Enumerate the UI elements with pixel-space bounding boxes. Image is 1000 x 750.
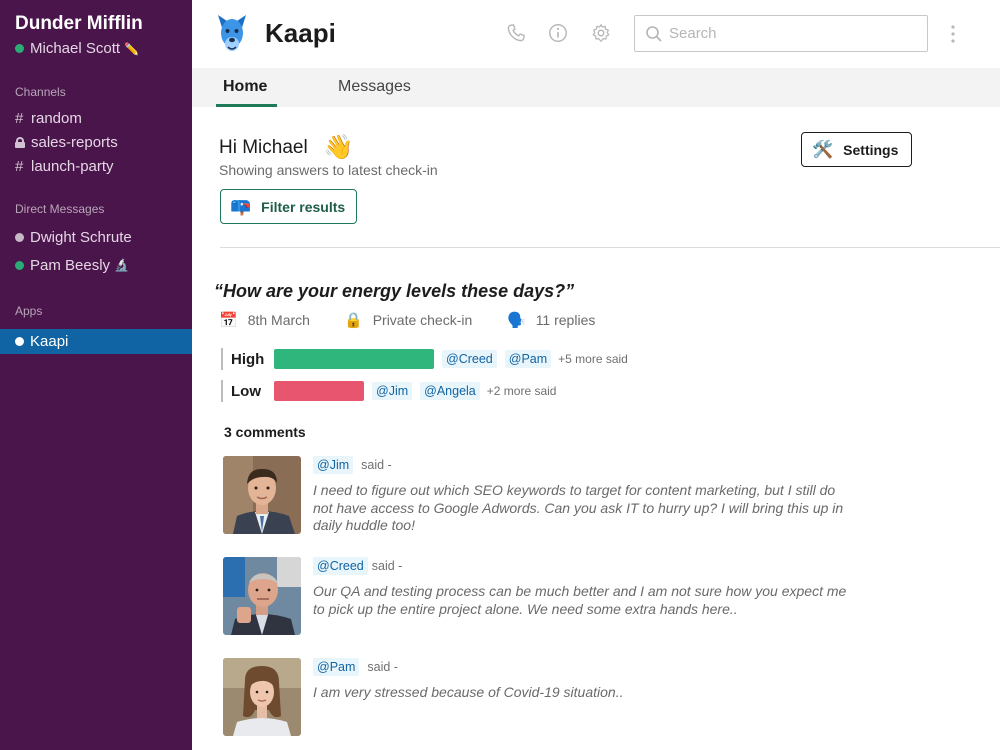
calendar-icon: 📅: [219, 312, 238, 329]
pencil-icon: ✏️: [124, 41, 139, 56]
avatar-pam-image: [223, 658, 301, 736]
mention-angela[interactable]: @Angela: [420, 382, 480, 400]
mailbox-icon: 📪: [230, 196, 252, 216]
sidebar-item-sales-reports[interactable]: sales-reports: [0, 130, 192, 154]
checkin-privacy: 🔒 Private check-in: [344, 311, 472, 329]
tools-icon: 🛠️: [812, 139, 834, 159]
answer-row-marker: [221, 348, 223, 370]
checkin-privacy-text: Private check-in: [372, 312, 473, 328]
hash-icon: #: [15, 109, 24, 127]
app-status-icon: [15, 337, 24, 346]
comment-text: I need to figure out which SEO keywords …: [313, 482, 844, 533]
more-said-link[interactable]: +2 more said: [487, 384, 557, 398]
avatar[interactable]: [223, 557, 301, 635]
answer-label: High: [231, 350, 265, 368]
phone-icon[interactable]: [505, 22, 527, 44]
comment-author: @Pam said -: [313, 658, 398, 676]
answer-bar: [274, 349, 434, 369]
sidebar-item-label: Kaapi: [30, 333, 69, 350]
more-said-link[interactable]: +5 more said: [558, 352, 628, 366]
tab-bar: Home Messages: [192, 68, 1000, 107]
search-placeholder: Search: [669, 25, 717, 42]
away-status-icon: [15, 232, 24, 242]
lock-icon: [15, 136, 25, 148]
greeting-text: Hi Michael: [219, 136, 308, 158]
greeting-subtitle: Showing answers to latest check-in: [219, 162, 438, 178]
current-user[interactable]: Michael Scott ✏️: [15, 40, 139, 57]
checkin-date-text: 8th March: [247, 312, 310, 328]
sidebar-item-label: Pam Beesly: [30, 256, 111, 274]
tab-messages[interactable]: Messages: [338, 78, 411, 96]
avatar-jim-image: [223, 456, 301, 534]
filter-results-button-label: Filter results: [261, 198, 346, 215]
checkin-date: 📅 8th March: [219, 311, 310, 329]
sidebar-item-launch-party[interactable]: # launch-party: [0, 154, 192, 178]
comment-author: @Jim said -: [313, 456, 392, 474]
settings-button-label: Settings: [843, 141, 899, 158]
comment-text: Our QA and testing process can be much b…: [313, 583, 847, 617]
comments-title: 3 comments: [224, 424, 306, 440]
app-title: Kaapi: [265, 18, 336, 48]
sidebar-item-label: Dwight Schrute: [30, 228, 132, 246]
sidebar-item-label: sales-reports: [31, 133, 118, 151]
lock-icon: 🔒: [344, 312, 363, 329]
comment-text: I am very stressed because of Covid-19 s…: [313, 684, 624, 700]
answer-row-low: Low @Jim @Angela +2 more said: [221, 380, 556, 402]
mention-creed[interactable]: @Creed: [442, 350, 497, 368]
avatar[interactable]: [223, 658, 301, 736]
active-tab-indicator: [216, 104, 277, 107]
current-user-name: Michael Scott: [30, 40, 121, 57]
checkin-replies-text: 11 replies: [535, 312, 596, 328]
sidebar-item-random[interactable]: # random: [0, 106, 192, 130]
comment-author: @Creed said -: [313, 557, 402, 575]
workspace-name[interactable]: Dunder Mifflin: [15, 13, 143, 35]
avatar-creed-image: [223, 557, 301, 635]
search-icon: [646, 26, 662, 42]
avatar[interactable]: [223, 456, 301, 534]
direct-messages-heading[interactable]: Direct Messages: [15, 202, 104, 216]
checkin-question: “How are your energy levels these days?”: [214, 281, 575, 301]
kebab-menu-icon[interactable]: [950, 23, 956, 45]
greeting: Hi Michael 👋: [219, 133, 354, 162]
section-divider: [220, 247, 1000, 248]
answer-row-marker: [221, 380, 223, 402]
answer-label: Low: [231, 382, 261, 400]
filter-results-button[interactable]: 📪 Filter results: [220, 189, 357, 224]
said-label: said -: [371, 559, 403, 573]
app-header: Kaapi Search: [192, 0, 1000, 68]
sidebar-item-label: launch-party: [31, 157, 114, 175]
gear-icon[interactable]: [590, 22, 612, 44]
sidebar-item-pam-beesly[interactable]: Pam Beesly 🔬: [0, 253, 192, 277]
mention-jim[interactable]: @Jim: [313, 456, 354, 474]
mention-creed[interactable]: @Creed: [313, 557, 368, 575]
settings-button[interactable]: 🛠️ Settings: [801, 132, 912, 167]
channels-heading[interactable]: Channels: [15, 85, 66, 99]
online-status-icon: [15, 260, 24, 270]
answer-row-high: High @Creed @Pam +5 more said: [221, 348, 628, 370]
said-label: said -: [361, 458, 392, 472]
mention-pam[interactable]: @Pam: [313, 658, 360, 676]
info-icon[interactable]: [547, 22, 569, 44]
sidebar-item-label: random: [31, 109, 82, 127]
online-status-icon: [15, 44, 24, 53]
search-input[interactable]: Search: [634, 15, 928, 52]
kaapi-dog-logo-icon: [218, 15, 246, 51]
sidebar-item-kaapi[interactable]: Kaapi: [0, 329, 192, 354]
mention-pam[interactable]: @Pam: [504, 350, 552, 368]
sidebar-item-dwight-schrute[interactable]: Dwight Schrute: [0, 225, 192, 249]
waving-hand-icon: 👋: [323, 134, 354, 161]
said-label: said -: [367, 660, 398, 674]
microscope-icon: 🔬: [114, 258, 129, 272]
mention-jim[interactable]: @Jim: [372, 382, 413, 400]
speaking-head-icon: 🗣️: [507, 312, 526, 329]
apps-heading[interactable]: Apps: [15, 304, 42, 318]
sidebar: Dunder Mifflin Michael Scott ✏️ Channels…: [0, 0, 192, 750]
hash-icon: #: [15, 157, 24, 175]
checkin-replies[interactable]: 🗣️ 11 replies: [507, 311, 595, 329]
answer-bar: [274, 381, 364, 401]
tab-home[interactable]: Home: [223, 78, 267, 96]
